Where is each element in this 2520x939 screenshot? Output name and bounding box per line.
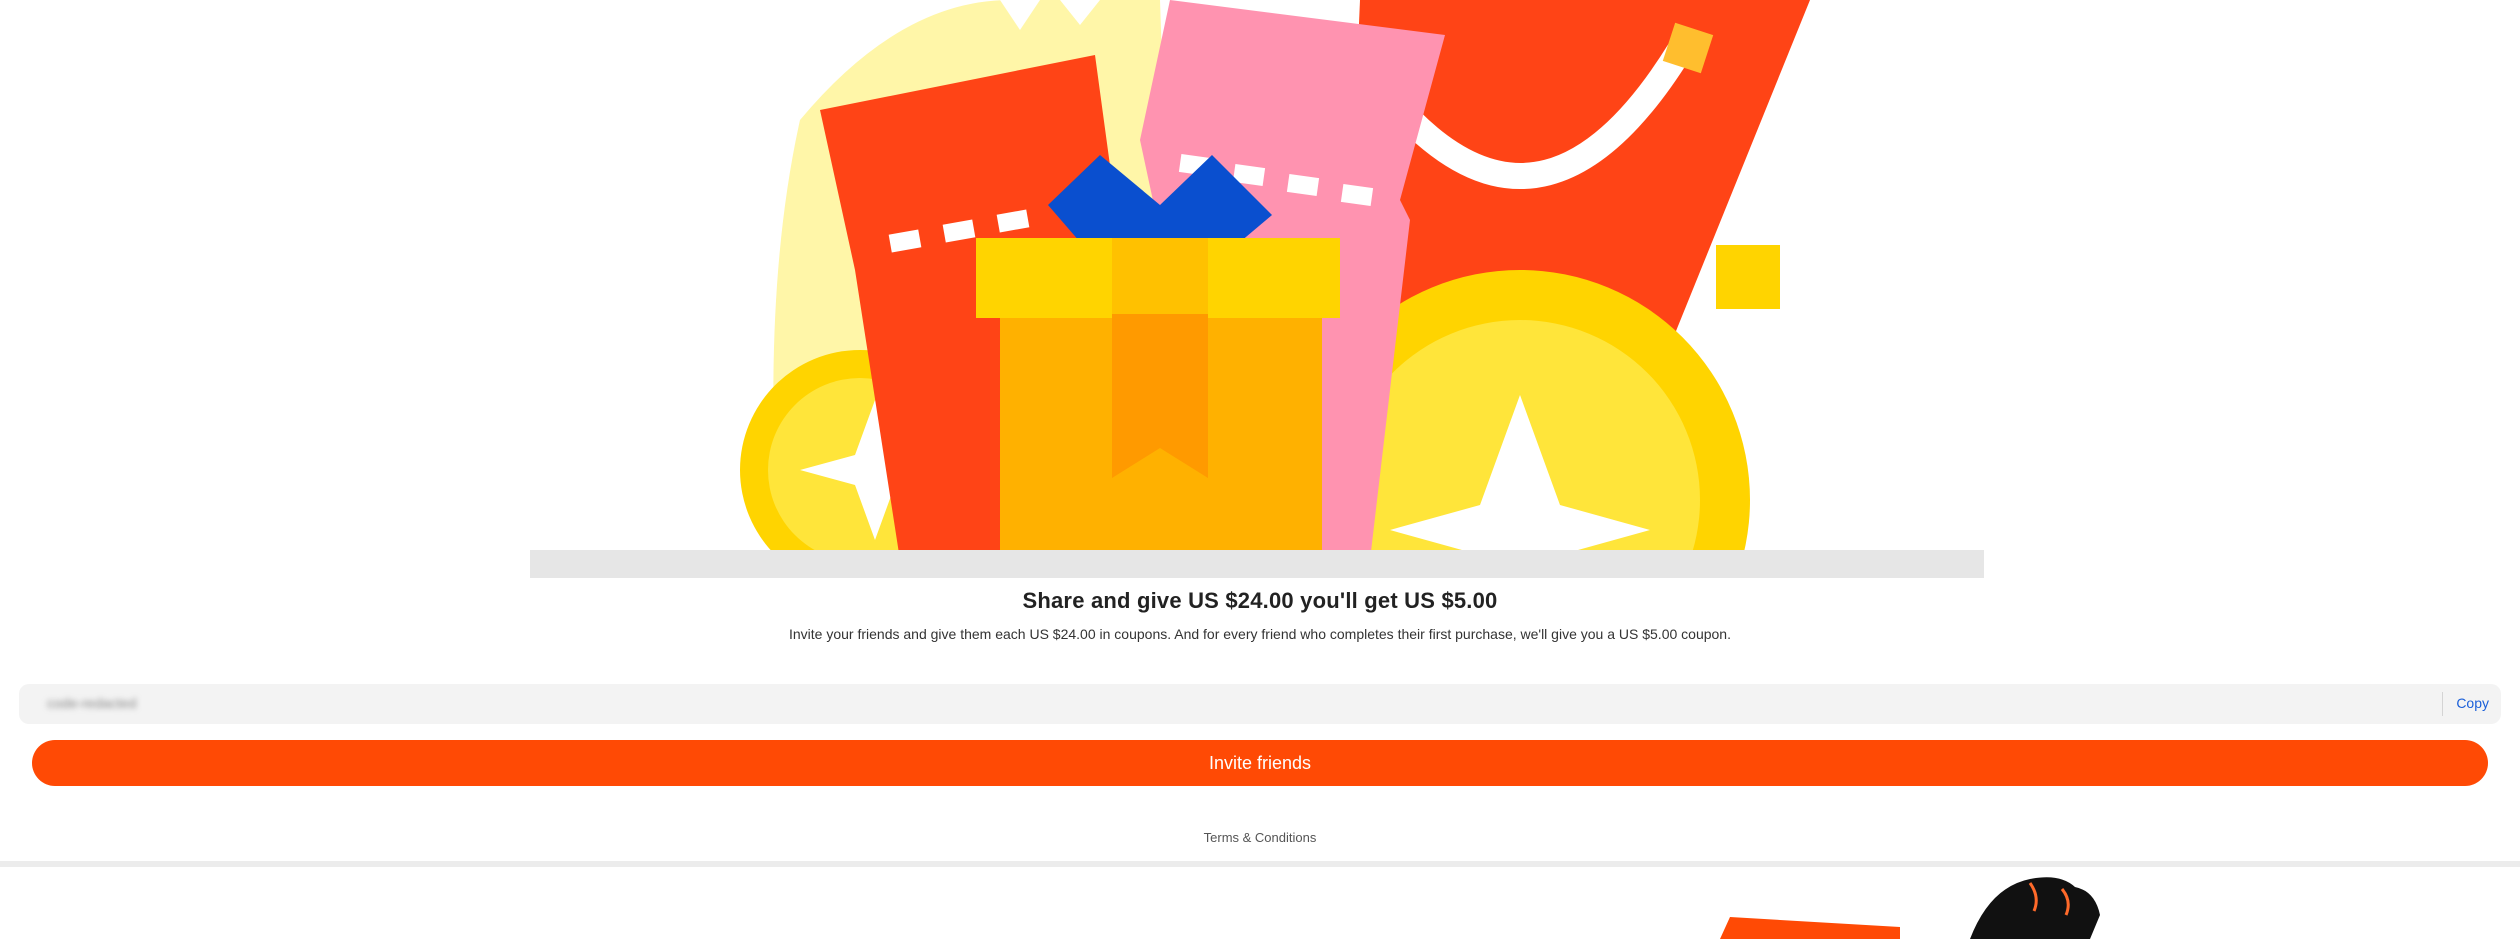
gift-coupons-illustration	[530, 0, 1984, 578]
copy-button[interactable]: Copy	[2456, 695, 2489, 711]
field-divider	[2442, 692, 2443, 716]
page-title: Share and give US $24.00 you'll get US $…	[1022, 588, 1498, 613]
partial-red-shape	[1720, 917, 1900, 939]
page-description: Invite your friends and give them each U…	[789, 626, 1731, 642]
terms-conditions-link[interactable]: Terms & Conditions	[0, 830, 2520, 845]
next-section-illustration	[0, 867, 2520, 939]
invite-page: Share and give US $24.00 you'll get US $…	[0, 0, 2520, 939]
share-link-value: code-redacted	[47, 695, 137, 711]
invite-friends-button[interactable]: Invite friends	[32, 740, 2488, 786]
gift-lid-ribbon	[1112, 238, 1208, 318]
hero-illustration	[0, 0, 2520, 578]
yellow-square	[1716, 245, 1780, 309]
share-link-field[interactable]: code-redacted Copy	[19, 684, 2501, 724]
partial-illustration	[1720, 877, 2100, 939]
floor-shadow	[530, 550, 1984, 578]
